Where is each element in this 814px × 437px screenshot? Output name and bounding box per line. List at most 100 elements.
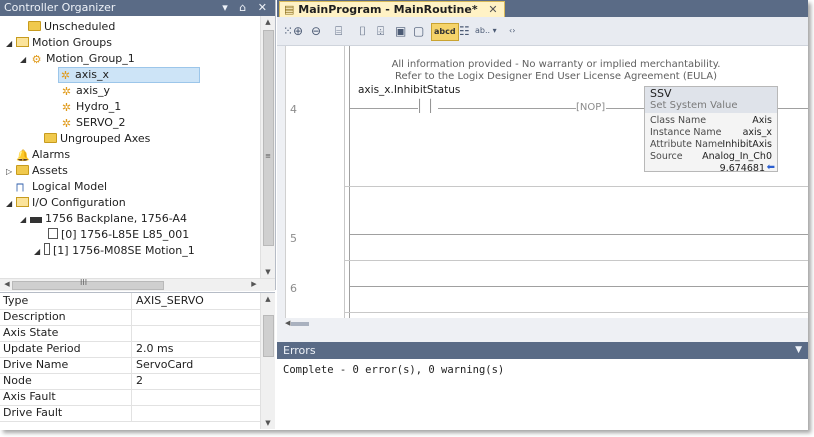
tree-node-motion-module[interactable]: ◢ [1] 1756-M08SE Motion_1 <box>34 243 195 259</box>
controller-module-icon <box>48 228 58 239</box>
axis-icon: ✲ <box>60 69 71 82</box>
branch-level-icon[interactable]: ⌹ <box>377 23 384 39</box>
nop-instruction[interactable]: [NOP] <box>576 102 605 113</box>
collapse-icon[interactable]: ◢ <box>20 212 30 228</box>
rung-5-wire <box>349 234 808 235</box>
zoom-out-icon[interactable]: ⊖ <box>311 23 321 39</box>
errors-output-text: Complete - 0 error(s), 0 warning(s) <box>283 364 505 376</box>
errors-title-bar: Errors ▼ <box>277 342 808 359</box>
scroll-up-icon[interactable]: ▲ <box>261 18 275 26</box>
xic-contact-icon[interactable]: │ │ <box>416 99 434 113</box>
routine-icon: ▤ <box>284 3 295 16</box>
rung-wire <box>776 108 808 109</box>
scroll-right-icon[interactable]: ▶ <box>247 280 261 288</box>
tree-node-controller-l85e[interactable]: [0] 1756-L85E L85_001 <box>48 227 189 243</box>
ssv-param-attribute-name[interactable]: Attribute Name InhibitAxis <box>650 139 772 151</box>
tag-icon[interactable]: ☷ <box>459 23 470 39</box>
scroll-thumb[interactable] <box>263 30 274 246</box>
chevron-down-icon[interactable]: ▼ <box>795 342 802 359</box>
pins-icon[interactable]: ‹› <box>509 23 515 39</box>
ladder-horizontal-scrollbar[interactable]: ◀ <box>285 318 808 330</box>
folder-open-icon <box>16 37 29 47</box>
app-window: Controller Organizer ▾ ⌂ ✕ Unscheduled ◢… <box>0 0 808 430</box>
scroll-thumb[interactable] <box>263 315 274 357</box>
rung-wire <box>349 108 418 109</box>
tree-node-unscheduled[interactable]: Unscheduled <box>18 19 115 35</box>
ssv-param-source[interactable]: Source Analog_In_Ch0 <box>650 151 772 163</box>
collapse-icon[interactable]: ◢ <box>6 196 16 212</box>
collapse-icon[interactable]: ◢ <box>20 52 30 68</box>
folder-icon <box>16 165 29 175</box>
tree-node-alarms[interactable]: 🔔 Alarms <box>6 147 70 163</box>
scroll-grip: III <box>80 278 88 287</box>
tree-node-io-configuration[interactable]: ◢ I/O Configuration <box>6 195 126 211</box>
collapse-icon[interactable]: ◢ <box>6 36 16 52</box>
tree-node-ungrouped-axes[interactable]: Ungrouped Axes <box>44 131 150 147</box>
tab-main-routine[interactable]: ▤ MainProgram - MainRoutine* ✕ <box>279 1 505 18</box>
property-row[interactable]: Drive Name ServoCard <box>0 357 260 374</box>
text-mode-button[interactable]: abcd <box>431 23 459 41</box>
organizer-title: Controller Organizer <box>4 1 116 14</box>
property-row[interactable]: Axis Fault <box>0 389 260 406</box>
folder-icon <box>44 133 57 143</box>
property-row[interactable]: Node 2 <box>0 373 260 390</box>
tree-node-hydro-1[interactable]: ✲ Hydro_1 <box>60 99 121 115</box>
scroll-down-icon[interactable]: ▼ <box>261 268 275 276</box>
tree-vertical-scrollbar[interactable]: ▲ ≡ ▼ <box>260 16 275 278</box>
xic-tag[interactable]: axis_x.InhibitStatus <box>358 84 460 96</box>
property-row[interactable]: Description <box>0 309 260 326</box>
zoom-in-icon[interactable]: ⊕ <box>293 23 303 39</box>
rung-icon[interactable]: ⌸ <box>335 23 342 39</box>
left-power-rail <box>349 46 350 318</box>
ssv-instruction-block[interactable]: SSV Set System Value Class Name Axis Inst… <box>644 86 778 174</box>
scroll-left-icon[interactable]: ◀ <box>285 319 290 327</box>
rung-number: 5 <box>290 232 297 245</box>
controller-organizer: Controller Organizer ▾ ⌂ ✕ Unscheduled ◢… <box>0 0 276 291</box>
ssv-description: Set System Value <box>650 100 738 111</box>
property-row[interactable]: Update Period 2.0 ms <box>0 341 260 358</box>
ssv-param-class-name[interactable]: Class Name Axis <box>650 115 772 127</box>
ssv-header: SSV Set System Value <box>645 87 777 113</box>
rung-number: 6 <box>290 282 297 295</box>
coil-icon[interactable]: ▢ <box>413 23 424 39</box>
ladder-area[interactable]: 4 5 6 All information provided - No warr… <box>285 46 808 318</box>
tree-node-logical-model[interactable]: ⨅ Logical Model <box>16 179 107 195</box>
organizer-tree: Unscheduled ◢ Motion Groups ◢ ⚙ Motion_Grou… <box>0 16 259 278</box>
scroll-thumb[interactable] <box>12 281 164 290</box>
properties-scrollbar[interactable]: ▲ ▼ <box>260 293 275 429</box>
errors-panel: Errors ▼ Complete - 0 error(s), 0 warnin… <box>277 342 808 430</box>
contact-icon[interactable]: ▣ <box>395 23 406 39</box>
axis-icon: ✲ <box>61 85 72 98</box>
property-row[interactable]: Type AXIS_SERVO <box>0 293 260 310</box>
ladder-toolbar: ⁙ ⊕ ⊖ ⌸ ⌷ ⌹ ▣ ▢ abcd ☷ ab.. ▾ ‹› <box>277 17 808 46</box>
property-row[interactable]: Axis State <box>0 325 260 342</box>
grip-icon: ≡ <box>265 152 271 160</box>
axis-icon: ✲ <box>61 117 72 130</box>
eula-notice-line-1: All information provided - No warranty o… <box>391 59 721 70</box>
collapse-icon[interactable]: ◢ <box>34 244 44 260</box>
rung-divider <box>345 312 808 313</box>
tree-node-axis-y[interactable]: ✲ axis_y <box>60 83 110 99</box>
eula-notice-line-2: Refer to the Logix Designer End User Lic… <box>395 71 717 82</box>
branch-icon[interactable]: ⌷ <box>359 23 366 39</box>
rung-divider <box>345 260 808 261</box>
tree-node-backplane[interactable]: ◢ 1756 Backplane, 1756-A4 <box>20 211 187 227</box>
tree-horizontal-scrollbar[interactable]: ◀ III ▶ <box>0 278 275 291</box>
tree-node-servo-2[interactable]: ✲ SERVO_2 <box>60 115 126 131</box>
scroll-down-icon[interactable]: ▼ <box>261 419 275 427</box>
close-icon[interactable]: ✕ <box>488 3 497 16</box>
organizer-window-controls[interactable]: ▾ ⌂ ✕ <box>222 0 271 16</box>
tree-node-axis-x[interactable]: ✲ axis_x <box>58 67 200 83</box>
tree-node-motion-group-1[interactable]: ◢ ⚙ Motion_Group_1 <box>20 51 135 67</box>
rung-gutter: 4 5 6 <box>286 46 345 318</box>
ssv-param-instance-name[interactable]: Instance Name axis_x <box>650 127 772 139</box>
tree-node-assets[interactable]: ▷ Assets <box>6 163 68 179</box>
tree-node-motion-groups[interactable]: ◢ Motion Groups <box>6 35 112 51</box>
property-row[interactable]: Drive Fault <box>0 405 260 422</box>
expand-icon[interactable]: ▷ <box>6 164 16 180</box>
rung-6-wire <box>349 286 808 287</box>
abc-dropdown[interactable]: ab.. ▾ <box>475 23 497 39</box>
properties-panel: Type AXIS_SERVO Description Axis State Up… <box>0 292 275 430</box>
scroll-thumb[interactable] <box>291 322 309 326</box>
scroll-up-icon[interactable]: ▲ <box>261 295 275 303</box>
